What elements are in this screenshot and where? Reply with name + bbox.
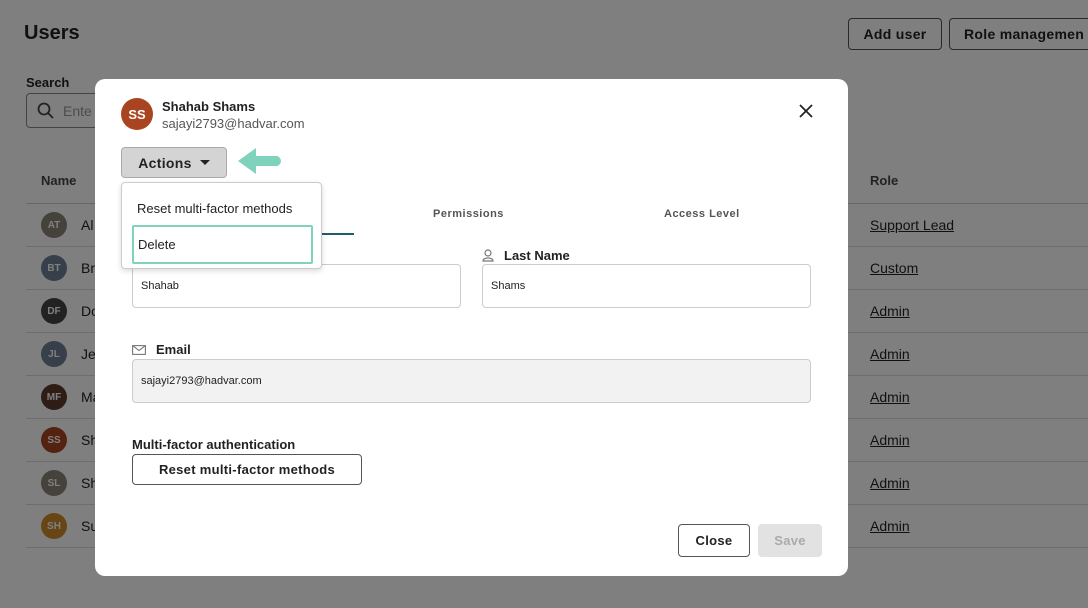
caret-down-icon: [199, 160, 210, 165]
email-label: Email: [132, 342, 191, 357]
avatar: SS: [121, 98, 153, 130]
envelope-icon: [132, 344, 146, 355]
mfa-label: Multi-factor authentication: [132, 437, 296, 452]
last-name-label: Last Name: [482, 248, 570, 263]
actions-button[interactable]: Actions: [121, 147, 227, 178]
reset-mfa-button[interactable]: Reset multi-factor methods: [132, 454, 362, 485]
save-button[interactable]: Save: [758, 524, 822, 557]
email-label-text: Email: [156, 342, 191, 357]
first-name-field[interactable]: Shahab: [132, 264, 461, 308]
last-name-field[interactable]: Shams: [482, 264, 811, 308]
actions-label: Actions: [138, 154, 192, 171]
dropdown-item-delete[interactable]: Delete: [132, 225, 313, 264]
arrow-left-icon: [238, 148, 281, 174]
dropdown-item-reset-mfa[interactable]: Reset multi-factor methods: [122, 195, 321, 221]
close-button[interactable]: Close: [678, 524, 750, 557]
email-field: sajayi2793@hadvar.com: [132, 359, 811, 403]
user-icon: [482, 249, 494, 262]
actions-dropdown: Reset multi-factor methods Delete: [121, 182, 322, 269]
modal-user-name: Shahab Shams: [162, 99, 256, 114]
user-detail-modal: SS Shahab Shams sajayi2793@hadvar.com Ac…: [95, 79, 848, 576]
modal-user-email: sajayi2793@hadvar.com: [162, 116, 305, 131]
close-icon[interactable]: [795, 100, 817, 122]
tab-permissions[interactable]: Permissions: [433, 208, 504, 220]
tab-access-level[interactable]: Access Level: [664, 208, 740, 220]
last-name-label-text: Last Name: [504, 248, 570, 263]
